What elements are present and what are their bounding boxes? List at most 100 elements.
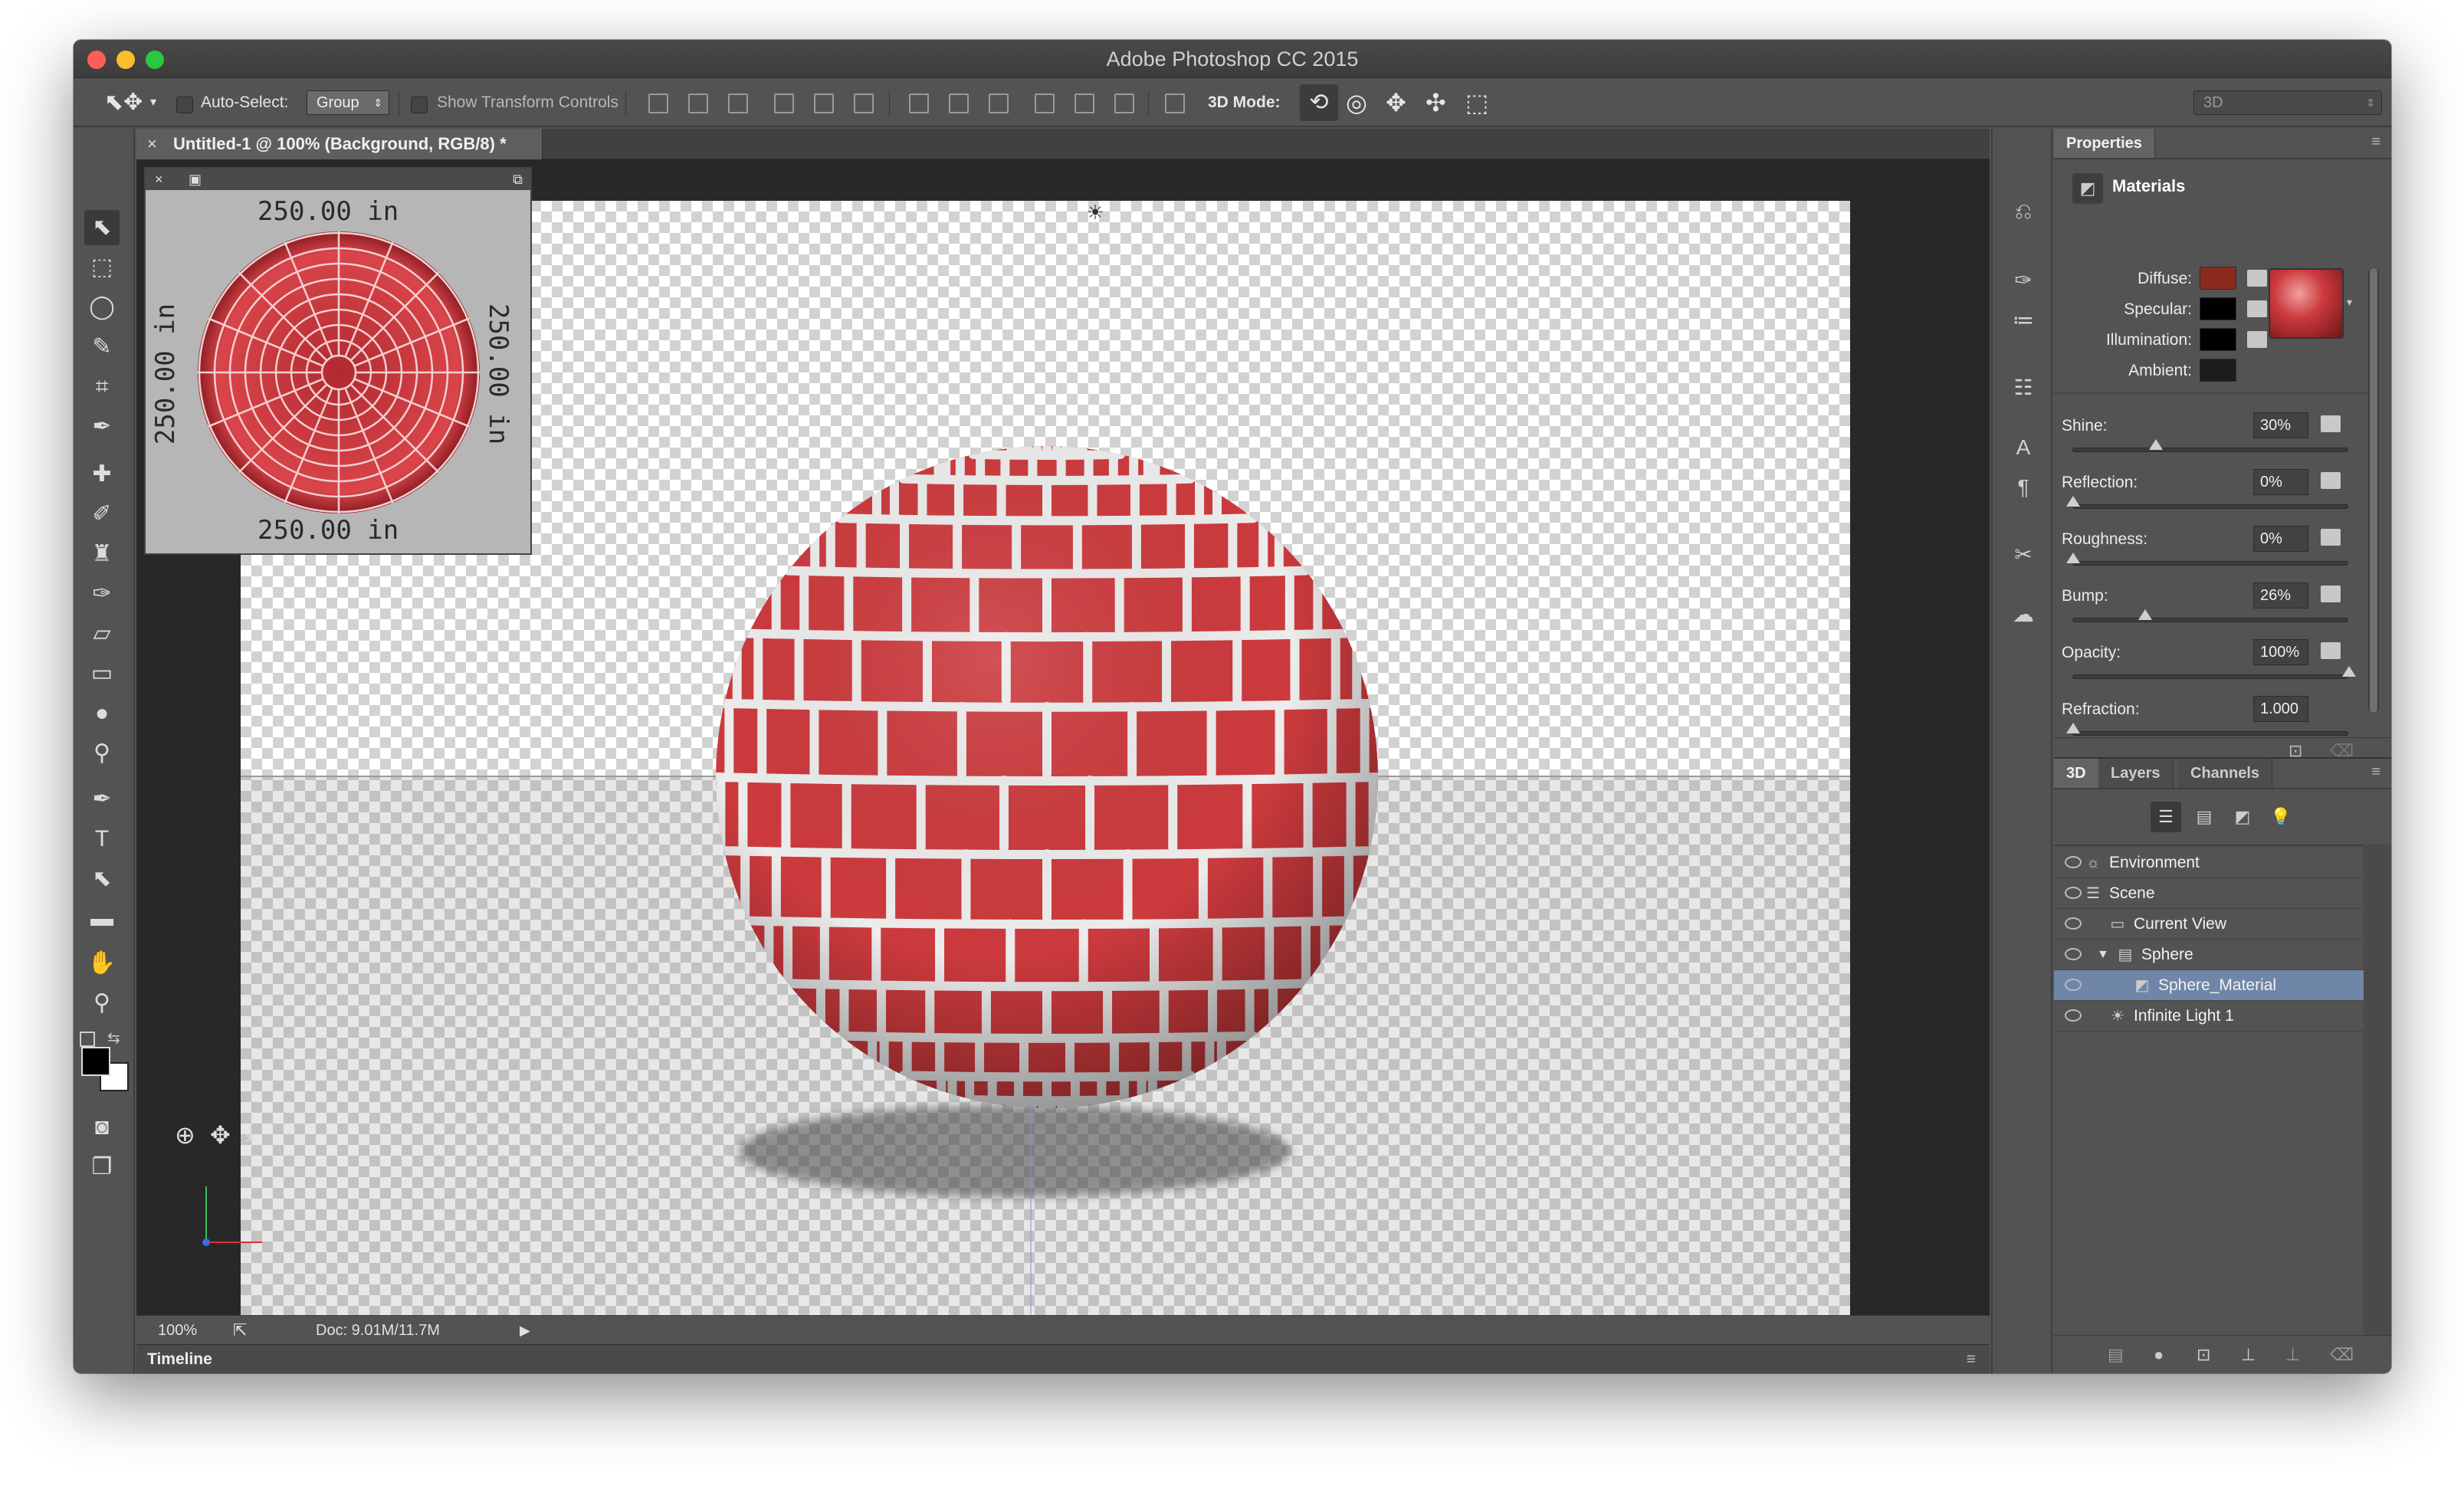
layer-row-infinite-light[interactable]: ☀ Infinite Light 1 [2054,1001,2364,1032]
quick-select-tool-icon[interactable]: ✎ [84,330,120,365]
specular-swatch[interactable] [2200,297,2236,320]
overlay-expand-icon[interactable]: ⧉ [513,169,523,190]
eye-icon[interactable] [2065,948,2082,960]
move-tool-icon[interactable]: ⬉ [84,210,120,245]
timeline-tab[interactable]: Timeline [147,1345,212,1373]
material-preview[interactable] [2269,268,2344,339]
folder-icon[interactable] [2247,300,2267,317]
height-axis-icon[interactable]: ⤓ [245,1120,255,1146]
foreground-color-swatch[interactable] [81,1047,110,1076]
slider-value-field[interactable]: 1.000 [2253,696,2308,722]
tools-presets-icon[interactable]: ✂ [2010,541,2037,569]
paragraph-panel-icon[interactable]: ¶ [2010,474,2037,501]
marquee-tool-icon[interactable]: ⬚ [84,250,120,285]
slider-track[interactable] [2072,609,2348,622]
eye-icon[interactable] [2065,856,2082,868]
uv-overlay-panel[interactable]: × ▣ ⧉ 250.00 in 250.00 in 250.00 in 250.… [144,167,532,555]
document-tab[interactable]: × Untitled-1 @ 100% (Background, RGB/8) … [136,129,543,159]
slider-track[interactable] [2066,723,2348,736]
close-overlay-icon[interactable]: × [155,169,163,190]
folder-icon[interactable] [2321,642,2341,659]
slider-value-field[interactable]: 30% [2253,412,2308,438]
layer-row-current-view[interactable]: ▭ Current View [2054,909,2364,940]
eye-icon[interactable] [2065,887,2082,899]
swatches-panel-icon[interactable]: ☷ [2010,374,2037,402]
mesh-icon[interactable]: ▤ [2108,1345,2124,1365]
type-tool-icon[interactable]: T [84,822,120,857]
blur-tool-icon[interactable]: ● [84,696,120,731]
zoom-level[interactable]: 100% [158,1316,197,1345]
eye-icon[interactable] [2065,1009,2082,1022]
orbit-3d-icon[interactable]: ⟲ [1300,84,1338,121]
panel-menu-icon[interactable]: ≡ [2371,763,2380,781]
light-icon[interactable]: ☀ [1084,201,1107,224]
auto-select-checkbox[interactable] [176,97,193,113]
folder-icon[interactable] [2321,415,2341,432]
eraser-tool-icon[interactable]: ▱ [84,616,120,651]
workspace-dropdown[interactable]: 3D ⇕ [2193,90,2382,115]
slider-value-field[interactable]: 0% [2253,526,2308,552]
align-top-icon[interactable] [648,93,668,113]
align-hcenter-icon[interactable] [814,93,834,113]
overlay-options-icon[interactable]: ▣ [189,169,202,190]
disclosure-triangle-icon[interactable]: ▼ [2097,940,2109,970]
distribute-bottom-icon[interactable] [989,93,1009,113]
slider-track[interactable] [2066,496,2348,509]
eye-icon[interactable] [2065,917,2082,930]
distribute-right-icon[interactable] [1114,93,1134,113]
diffuse-swatch[interactable] [2200,267,2236,290]
folder-icon[interactable] [2321,529,2341,546]
auto-align-icon[interactable] [1165,93,1185,113]
chevron-down-icon[interactable]: ▾ [2347,296,2352,309]
distribute-vcenter-icon[interactable] [949,93,969,113]
show-transform-checkbox[interactable] [411,97,428,113]
slide-3d-icon[interactable]: ✣ [1426,78,1446,127]
layer-list-scrollbar[interactable] [2364,845,2391,1335]
layer-row-sphere[interactable]: ▼ ▤ Sphere [2054,940,2364,970]
lasso-tool-icon[interactable]: ◯ [84,290,120,325]
gradient-tool-icon[interactable]: ▭ [84,656,120,691]
lights-filter-icon[interactable]: 💡 [2266,802,2296,832]
panel-menu-icon[interactable]: ≡ [2371,133,2380,151]
slider-value-field[interactable]: 26% [2253,582,2308,609]
move-tool-icon[interactable]: ⬉✥ [104,78,143,127]
slider-value-field[interactable]: 100% [2253,639,2308,665]
whole-scene-filter-icon[interactable]: ☰ [2151,802,2181,832]
align-right-icon[interactable] [854,93,874,113]
tab-3d[interactable]: 3D [2054,759,2099,788]
slider-thumb[interactable] [2066,553,2080,563]
ambient-swatch[interactable] [2200,359,2236,382]
character-panel-icon[interactable]: A [2010,434,2037,461]
distribute-hcenter-icon[interactable] [1075,93,1094,113]
slider-value-field[interactable]: 0% [2253,469,2308,495]
align-vcenter-icon[interactable] [688,93,708,113]
libraries-panel-icon[interactable]: ☁ [2010,601,2037,628]
brush-panel-icon[interactable]: ✑ [2010,267,2037,294]
pan-3d-icon[interactable]: ✥ [1386,78,1406,127]
slider-thumb[interactable] [2138,609,2152,620]
folder-icon[interactable] [2321,472,2341,489]
default-colors-icon[interactable] [80,1032,95,1047]
distribute-left-icon[interactable] [1035,93,1055,113]
scroll-thumb[interactable] [2370,268,2377,713]
scale-3d-icon[interactable]: ⬚ [1465,78,1488,127]
roll-3d-icon[interactable]: ◎ [1346,78,1367,127]
brick-sphere[interactable] [716,446,1378,1108]
folder-icon[interactable] [2321,586,2341,602]
tab-layers[interactable]: Layers [2098,759,2174,788]
slider-track[interactable] [2066,553,2348,566]
render-icon[interactable]: ⊡ [2197,1345,2210,1365]
layer-row-sphere-material[interactable]: ◩ Sphere_Material [2054,970,2364,1001]
chevron-down-icon[interactable]: ▾ [150,78,156,127]
drop-to-ground-icon[interactable]: ⊥ [2241,1345,2256,1365]
rectangle-tool-icon[interactable]: ▬ [84,901,120,937]
eyedropper-tool-icon[interactable]: ✒ [84,409,120,444]
layer-row-scene[interactable]: ☰ Scene [2054,878,2364,909]
move-axis-icon[interactable]: ✥ [210,1120,231,1150]
eye-icon[interactable] [2065,979,2082,991]
diffuse-texture-icon[interactable] [2247,270,2267,287]
align-bottom-icon[interactable] [728,93,748,113]
slider-thumb[interactable] [2066,496,2080,507]
illumination-swatch[interactable] [2200,328,2236,351]
orbit-axis-icon[interactable]: ⊕ [175,1120,195,1150]
